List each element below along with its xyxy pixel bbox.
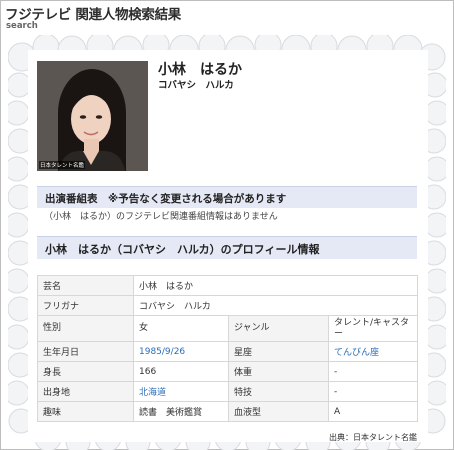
page-title: フジテレビ 関連人物検索結果 xyxy=(5,7,181,23)
profile-value: タレント/キャスター xyxy=(328,315,418,342)
profile-label: 芸名 xyxy=(37,275,134,296)
page-subtitle: search xyxy=(6,21,38,31)
birthdate-link[interactable]: 1985/9/26 xyxy=(139,347,185,357)
profile-value: 166 xyxy=(133,361,229,382)
profile-label: 特技 xyxy=(228,381,329,402)
birthplace-link[interactable]: 北海道 xyxy=(139,388,166,398)
profile-table: 芸名 小林 はるか フリガナ コバヤシ ハルカ 性別 女 ジャンル タレント/キ… xyxy=(37,275,418,422)
profile-label: 出身地 xyxy=(37,381,134,402)
profile-label: 血液型 xyxy=(228,401,329,422)
table-row: 芸名 小林 はるか xyxy=(37,275,418,296)
profile-label: 身長 xyxy=(37,361,134,382)
profile-label: 星座 xyxy=(228,341,329,362)
person-name: 小林 はるか xyxy=(158,62,242,78)
programs-heading: 出演番組表 ※予告なく変更される場合があります xyxy=(45,193,287,205)
profile-label: ジャンル xyxy=(228,315,329,342)
profile-heading: 小林 はるか（コバヤシ ハルカ）のプロフィール情報 xyxy=(45,243,320,256)
table-row: 生年月日 1985/9/26 星座 てんびん座 xyxy=(37,341,418,362)
profile-value: A xyxy=(328,401,418,422)
profile-value: 読書 美術鑑賞 xyxy=(133,401,229,422)
profile-label: 趣味 xyxy=(37,401,134,422)
profile-value: - xyxy=(328,381,418,402)
profile-label: 性別 xyxy=(37,315,134,342)
profile-value: 女 xyxy=(133,315,229,342)
profile-value: 1985/9/26 xyxy=(133,341,229,362)
programs-note: （小林 はるか）のフジテレビ関連番組情報はありません xyxy=(44,212,278,222)
source-credit: 出典：日本タレント名鑑 xyxy=(329,433,417,442)
profile-value: - xyxy=(328,361,418,382)
portrait-image xyxy=(37,61,148,171)
table-row: 出身地 北海道 特技 - xyxy=(37,381,418,402)
profile-value: 北海道 xyxy=(133,381,229,402)
table-row: フリガナ コバヤシ ハルカ xyxy=(37,295,418,316)
table-row: 趣味 読書 美術鑑賞 血液型 A xyxy=(37,401,418,422)
profile-section-header: 小林 はるか（コバヤシ ハルカ）のプロフィール情報 xyxy=(37,236,417,259)
profile-photo: 日本タレント名鑑 xyxy=(37,61,148,171)
table-row: 性別 女 ジャンル タレント/キャスター xyxy=(37,315,418,342)
photo-caption: 日本タレント名鑑 xyxy=(39,161,86,169)
zodiac-link[interactable]: てんびん座 xyxy=(334,348,379,358)
profile-value: てんびん座 xyxy=(328,341,418,362)
person-kana: コバヤシ ハルカ xyxy=(158,80,234,91)
table-row: 身長 166 体重 - xyxy=(37,361,418,382)
profile-label: 生年月日 xyxy=(37,341,134,362)
profile-label: フリガナ xyxy=(37,295,134,316)
profile-value: コバヤシ ハルカ xyxy=(133,295,418,316)
profile-value: 小林 はるか xyxy=(133,275,418,296)
programs-section-header: 出演番組表 ※予告なく変更される場合があります xyxy=(37,186,417,208)
profile-label: 体重 xyxy=(228,361,329,382)
